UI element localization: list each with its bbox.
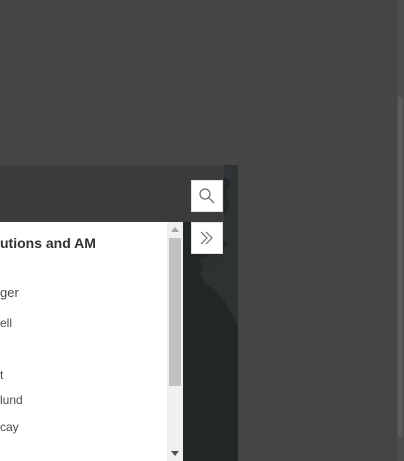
app-viewport: utions and AM ger ell t lund cay [0,0,404,461]
double-chevron-right-icon [200,231,213,245]
panel-scrollbar[interactable] [167,222,183,461]
expand-panel-button[interactable] [191,222,223,254]
panel-line: t [0,368,4,382]
panel-scrollbar-thumb[interactable] [169,238,181,386]
panel-line: cay [0,420,19,434]
scroll-down-arrow-icon[interactable] [171,451,179,456]
top-dark-area [0,0,397,165]
panel-line: lund [0,393,23,407]
panel-line: ger [0,285,19,300]
search-button[interactable] [191,180,223,212]
info-panel: utions and AM ger ell t lund cay [0,222,183,461]
panel-title: utions and AM [0,235,96,251]
search-icon [199,188,215,204]
panel-line: ell [0,316,13,330]
scroll-up-arrow-icon[interactable] [171,227,179,232]
page-scrollbar-thumb[interactable] [398,97,403,437]
